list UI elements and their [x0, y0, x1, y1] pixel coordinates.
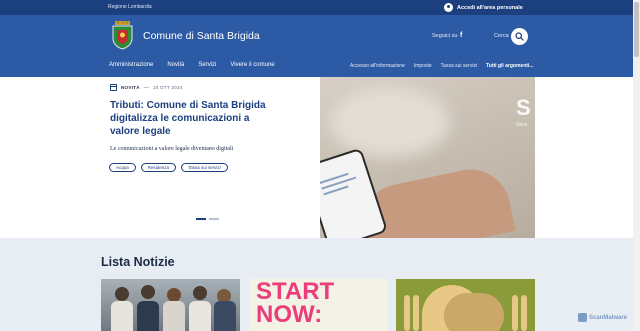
carousel-dot-1[interactable] — [196, 218, 206, 220]
meta-separator: — — [143, 84, 149, 91]
search-label: Cerca — [494, 33, 509, 39]
news-card-1[interactable] — [101, 279, 240, 331]
card3-arch — [521, 295, 527, 331]
calendar-icon — [110, 84, 117, 91]
municipality-crest-icon[interactable] — [110, 21, 135, 50]
region-link[interactable]: Regione Lombardia — [108, 4, 152, 10]
person-body — [111, 301, 133, 331]
person-head — [167, 288, 181, 302]
news-card-3[interactable] — [396, 279, 535, 331]
scrollbar-thumb[interactable] — [634, 2, 639, 57]
hero-title[interactable]: Tributi: Comune di Santa Brigida digital… — [110, 99, 270, 138]
card2-headline: START NOW: — [256, 279, 335, 328]
card3-arch — [404, 295, 410, 331]
site-title[interactable]: Comune di Santa Brigida — [143, 30, 260, 42]
carousel-dot-2[interactable] — [209, 218, 219, 220]
nav-item-tassa-servizi[interactable]: Tassa sui servizi — [441, 63, 477, 69]
hero-carousel: NOVITÀ — 10 OTT 2024 Tributi: Comune di … — [0, 77, 633, 238]
hero-description: Le comunicazioni a valore legale diventa… — [110, 146, 234, 152]
login-label: Accedi all'area personale — [457, 4, 523, 11]
card2-line-1: START — [256, 279, 335, 305]
card3-arch — [512, 295, 518, 331]
hero-category: NOVITÀ — [121, 85, 140, 90]
secondary-nav: Accesso all'informazione Imposte Tassa s… — [350, 63, 542, 69]
watermark: ScanMalware — [578, 313, 627, 322]
follow-label: Seguici su — [432, 33, 458, 39]
card3-figure — [444, 293, 504, 331]
card3-arch — [413, 295, 419, 331]
news-section: Lista Notizie START NOW: — [0, 238, 633, 331]
nav-item-tutti-argomenti[interactable]: Tutti gli argomenti... — [486, 63, 533, 69]
person-body — [163, 301, 185, 331]
nav-item-vivere-il-comune[interactable]: Vivere il comune — [230, 62, 274, 68]
nav-item-servizi[interactable]: Servizi — [198, 62, 216, 68]
chip-residenza[interactable]: Residenza — [140, 163, 177, 172]
nav-item-imposte[interactable]: Imposte — [414, 63, 432, 69]
person-body — [137, 301, 159, 331]
person-body — [214, 301, 236, 331]
hero-date: 10 OTT 2024 — [152, 85, 183, 90]
nav-item-novita[interactable]: Novità — [167, 62, 184, 68]
carousel-pagination — [196, 218, 219, 220]
watermark-text: ScanMalware — [589, 314, 628, 321]
image-brand-sub: Servi — [516, 122, 528, 128]
shield-icon — [578, 313, 587, 322]
person-head — [193, 286, 207, 300]
nav-item-accesso-informazione[interactable]: Accesso all'informazione — [350, 63, 405, 69]
image-background — [330, 87, 450, 157]
facebook-icon[interactable]: f — [460, 32, 462, 39]
topic-chips: Acqua Residenza Tassa sui servizi — [109, 163, 228, 172]
person-head — [115, 287, 129, 301]
hero-image: S Servi — [320, 77, 535, 238]
chip-tassa-servizi[interactable]: Tassa sui servizi — [181, 163, 228, 172]
chip-acqua[interactable]: Acqua — [109, 163, 136, 172]
user-icon — [444, 3, 453, 12]
search-button[interactable] — [511, 28, 528, 45]
login-button[interactable]: Accedi all'area personale — [444, 2, 523, 13]
person-body — [189, 301, 211, 331]
nav-item-amministrazione[interactable]: Amministrazione — [109, 62, 153, 68]
hero-meta: NOVITÀ — 10 OTT 2024 — [110, 84, 183, 91]
site-header: Comune di Santa Brigida Seguici su f Cer… — [0, 15, 633, 77]
top-bar: Regione Lombardia Accedi all'area person… — [0, 0, 633, 15]
main-nav: Amministrazione Novità Servizi Vivere il… — [109, 62, 289, 68]
news-section-title: Lista Notizie — [101, 255, 175, 269]
image-brand-letter: S — [516, 95, 531, 120]
card2-line-2: NOW: — [256, 301, 323, 328]
search-icon — [515, 32, 524, 41]
news-card-2[interactable]: START NOW: — [249, 279, 388, 331]
person-head — [141, 285, 155, 299]
